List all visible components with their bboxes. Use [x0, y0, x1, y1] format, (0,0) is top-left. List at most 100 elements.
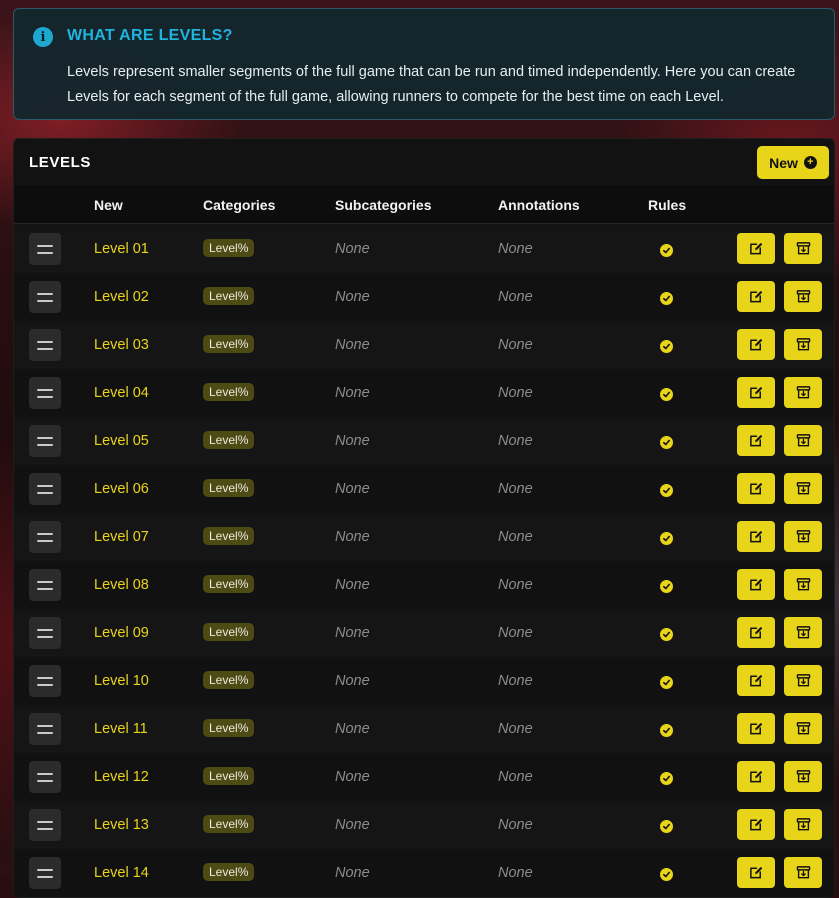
- archive-icon: [796, 578, 810, 591]
- edit-button[interactable]: [737, 809, 775, 840]
- archive-icon: [796, 626, 810, 639]
- drag-handle-icon[interactable]: [29, 713, 61, 745]
- archive-button[interactable]: [784, 617, 822, 648]
- subcategories-value: None: [335, 385, 370, 401]
- new-button-label: New: [769, 154, 798, 171]
- edit-icon: [749, 578, 762, 591]
- level-name-link[interactable]: Level 01: [94, 241, 149, 257]
- info-title: WHAT ARE LEVELS?: [67, 27, 233, 44]
- annotations-value: None: [498, 529, 533, 545]
- drag-handle-icon[interactable]: [29, 665, 61, 697]
- edit-button[interactable]: [737, 521, 775, 552]
- edit-icon: [749, 722, 762, 735]
- category-badge: Level%: [203, 767, 255, 785]
- archive-button[interactable]: [784, 521, 822, 552]
- category-badge: Level%: [203, 239, 255, 257]
- drag-handle-icon[interactable]: [29, 281, 61, 313]
- edit-button[interactable]: [737, 425, 775, 456]
- archive-icon: [796, 482, 810, 495]
- edit-icon: [749, 770, 762, 783]
- edit-button[interactable]: [737, 329, 775, 360]
- archive-button[interactable]: [784, 377, 822, 408]
- table-row: Level 12 Level% None None: [14, 753, 834, 801]
- drag-handle-icon[interactable]: [29, 521, 61, 553]
- subcategories-value: None: [335, 817, 370, 833]
- level-name-link[interactable]: Level 08: [94, 577, 149, 593]
- edit-button[interactable]: [737, 761, 775, 792]
- rules-check-icon: [660, 676, 673, 689]
- level-name-link[interactable]: Level 10: [94, 673, 149, 689]
- table-row: Level 09 Level% None None: [14, 609, 834, 657]
- drag-handle-icon[interactable]: [29, 233, 61, 265]
- drag-handle-icon[interactable]: [29, 857, 61, 889]
- column-header-categories: Categories: [203, 197, 276, 213]
- level-name-link[interactable]: Level 12: [94, 769, 149, 785]
- table-row: Level 04 Level% None None: [14, 369, 834, 417]
- edit-button[interactable]: [737, 233, 775, 264]
- edit-button[interactable]: [737, 473, 775, 504]
- level-name-link[interactable]: Level 11: [94, 721, 148, 737]
- subcategories-value: None: [335, 529, 370, 545]
- rules-check-icon: [660, 340, 673, 353]
- edit-button[interactable]: [737, 569, 775, 600]
- archive-icon: [796, 290, 810, 303]
- drag-handle-icon[interactable]: [29, 809, 61, 841]
- archive-icon: [796, 386, 810, 399]
- category-badge: Level%: [203, 719, 255, 737]
- archive-button[interactable]: [784, 761, 822, 792]
- level-name-link[interactable]: Level 09: [94, 625, 149, 641]
- level-name-link[interactable]: Level 07: [94, 529, 149, 545]
- drag-handle-icon[interactable]: [29, 329, 61, 361]
- level-name-link[interactable]: Level 06: [94, 481, 149, 497]
- category-badge: Level%: [203, 479, 255, 497]
- archive-button[interactable]: [784, 713, 822, 744]
- drag-handle-icon[interactable]: [29, 425, 61, 457]
- drag-handle-icon[interactable]: [29, 761, 61, 793]
- subcategories-value: None: [335, 577, 370, 593]
- archive-button[interactable]: [784, 473, 822, 504]
- drag-handle-icon[interactable]: [29, 377, 61, 409]
- edit-button[interactable]: [737, 857, 775, 888]
- level-name-link[interactable]: Level 04: [94, 385, 149, 401]
- category-badge: Level%: [203, 527, 255, 545]
- category-badge: Level%: [203, 623, 255, 641]
- rules-check-icon: [660, 772, 673, 785]
- drag-handle-icon[interactable]: [29, 473, 61, 505]
- column-header-name[interactable]: New: [94, 197, 123, 213]
- edit-button[interactable]: [737, 281, 775, 312]
- rules-check-icon: [660, 580, 673, 593]
- rules-check-icon: [660, 868, 673, 881]
- archive-button[interactable]: [784, 425, 822, 456]
- archive-icon: [796, 338, 810, 351]
- archive-button[interactable]: [784, 329, 822, 360]
- levels-panel: LEVELS New + New Categories Subcategorie…: [13, 138, 835, 898]
- rules-check-icon: [660, 532, 673, 545]
- level-name-link[interactable]: Level 05: [94, 433, 149, 449]
- archive-icon: [796, 722, 810, 735]
- subcategories-value: None: [335, 337, 370, 353]
- archive-button[interactable]: [784, 281, 822, 312]
- archive-button[interactable]: [784, 665, 822, 696]
- level-name-link[interactable]: Level 03: [94, 337, 149, 353]
- edit-button[interactable]: [737, 617, 775, 648]
- annotations-value: None: [498, 577, 533, 593]
- rules-check-icon: [660, 628, 673, 641]
- drag-handle-icon[interactable]: [29, 569, 61, 601]
- level-name-link[interactable]: Level 02: [94, 289, 149, 305]
- table-row: Level 06 Level% None None: [14, 465, 834, 513]
- edit-icon: [749, 386, 762, 399]
- drag-handle-icon[interactable]: [29, 617, 61, 649]
- edit-button[interactable]: [737, 377, 775, 408]
- category-badge: Level%: [203, 575, 255, 593]
- edit-icon: [749, 482, 762, 495]
- level-name-link[interactable]: Level 13: [94, 817, 149, 833]
- new-level-button[interactable]: New +: [757, 146, 829, 179]
- edit-button[interactable]: [737, 665, 775, 696]
- archive-button[interactable]: [784, 233, 822, 264]
- edit-icon: [749, 530, 762, 543]
- level-name-link[interactable]: Level 14: [94, 865, 149, 881]
- archive-button[interactable]: [784, 569, 822, 600]
- edit-button[interactable]: [737, 713, 775, 744]
- archive-button[interactable]: [784, 809, 822, 840]
- archive-button[interactable]: [784, 857, 822, 888]
